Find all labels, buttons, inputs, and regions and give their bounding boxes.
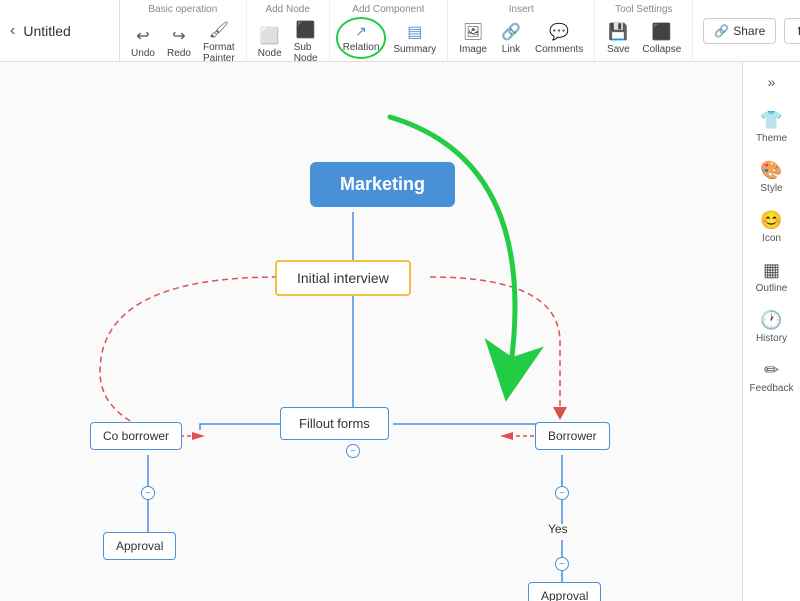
group-label-basic: Basic operation bbox=[126, 4, 240, 15]
link-icon: 🔗 bbox=[501, 22, 521, 42]
history-label: History bbox=[756, 333, 787, 344]
image-icon: 🖼 bbox=[463, 22, 483, 42]
relation-label: Relation bbox=[343, 42, 380, 53]
node-button[interactable]: ⬜ Node bbox=[253, 23, 287, 62]
share-icon: 🔗 bbox=[714, 24, 729, 38]
collapse-icon: ⬛ bbox=[652, 22, 672, 42]
export-button[interactable]: ⬆ Export bbox=[784, 18, 800, 44]
relation-button[interactable]: ↗ Relation bbox=[336, 17, 387, 59]
app-title: Untitled bbox=[23, 23, 70, 39]
group-label-add-node: Add Node bbox=[253, 4, 323, 15]
group-items-basic: ↩ Undo ↪ Redo 🖌 Format Painter bbox=[126, 17, 240, 67]
toolbar-group-tool-settings: Tool Settings 💾 Save ⬛ Collapse bbox=[595, 0, 693, 61]
group-items-tool-settings: 💾 Save ⬛ Collapse bbox=[601, 17, 686, 59]
undo-label: Undo bbox=[131, 48, 155, 59]
link-button[interactable]: 🔗 Link bbox=[494, 19, 528, 58]
image-button[interactable]: 🖼 Image bbox=[454, 19, 492, 58]
sidebar-item-theme[interactable]: 👕 Theme bbox=[747, 104, 797, 150]
group-label-tool-settings: Tool Settings bbox=[601, 4, 686, 15]
theme-icon: 👕 bbox=[760, 110, 782, 131]
node-label: Node bbox=[258, 48, 282, 59]
sub-node-button[interactable]: ⬛ Sub Node bbox=[289, 17, 323, 67]
icon-icon: 😊 bbox=[760, 210, 782, 231]
save-button[interactable]: 💾 Save bbox=[601, 19, 635, 58]
node-initial-interview[interactable]: Initial interview bbox=[275, 260, 411, 296]
outline-label: Outline bbox=[756, 283, 788, 294]
summary-icon: ▤ bbox=[407, 22, 422, 42]
green-arrow-svg bbox=[0, 62, 742, 601]
format-painter-icon: 🖌 bbox=[209, 20, 229, 40]
collapse-label: Collapse bbox=[642, 44, 681, 55]
feedback-icon: ✏ bbox=[764, 360, 779, 381]
node-co-borrower[interactable]: Co borrower bbox=[90, 422, 182, 450]
group-label-add-component: Add Component bbox=[336, 4, 442, 15]
comments-label: Comments bbox=[535, 44, 583, 55]
right-sidebar: » 👕 Theme 🎨 Style 😊 Icon ▦ Outline 🕐 His… bbox=[742, 62, 800, 601]
collapse-circle-borrower[interactable]: − bbox=[555, 486, 569, 500]
comments-icon: 💬 bbox=[549, 22, 569, 42]
main-area: Marketing Initial interview Fillout form… bbox=[0, 62, 800, 601]
node-marketing[interactable]: Marketing bbox=[310, 162, 455, 207]
node-borrower[interactable]: Borrower bbox=[535, 422, 610, 450]
toolbar-group-insert: Insert 🖼 Image 🔗 Link 💬 Comments bbox=[448, 0, 595, 61]
style-label: Style bbox=[760, 183, 782, 194]
undo-button[interactable]: ↩ Undo bbox=[126, 23, 160, 62]
outline-icon: ▦ bbox=[763, 260, 780, 281]
node-yes[interactable]: Yes bbox=[548, 522, 568, 536]
toolbar-group-basic: Basic operation ↩ Undo ↪ Redo 🖌 Format P… bbox=[120, 0, 247, 61]
toolbar-right: 🔗 Share ⬆ Export bbox=[693, 0, 800, 61]
toolbar-group-add-node: Add Node ⬜ Node ⬛ Sub Node bbox=[247, 0, 330, 61]
share-label: Share bbox=[733, 24, 765, 38]
format-painter-label: Format Painter bbox=[203, 42, 235, 64]
redo-button[interactable]: ↪ Redo bbox=[162, 23, 196, 62]
node-fillout-forms[interactable]: Fillout forms bbox=[280, 407, 389, 440]
history-icon: 🕐 bbox=[760, 310, 782, 331]
icon-label: Icon bbox=[762, 233, 781, 244]
node-approval-right[interactable]: Approval bbox=[528, 582, 601, 601]
sidebar-item-icon[interactable]: 😊 Icon bbox=[747, 204, 797, 250]
sub-node-label: Sub Node bbox=[294, 42, 318, 64]
feedback-label: Feedback bbox=[750, 383, 794, 394]
format-painter-button[interactable]: 🖌 Format Painter bbox=[198, 17, 240, 67]
sidebar-item-history[interactable]: 🕐 History bbox=[747, 304, 797, 350]
redo-icon: ↪ bbox=[172, 26, 185, 46]
share-button[interactable]: 🔗 Share bbox=[703, 18, 776, 44]
relation-icon: ↗ bbox=[355, 23, 367, 40]
redo-label: Redo bbox=[167, 48, 191, 59]
back-button[interactable]: ‹ bbox=[10, 22, 15, 40]
sub-node-icon: ⬛ bbox=[296, 20, 316, 40]
sidebar-item-feedback[interactable]: ✏ Feedback bbox=[747, 354, 797, 400]
summary-label: Summary bbox=[393, 44, 436, 55]
group-items-add-node: ⬜ Node ⬛ Sub Node bbox=[253, 17, 323, 67]
sidebar-item-style[interactable]: 🎨 Style bbox=[747, 154, 797, 200]
export-icon: ⬆ bbox=[795, 24, 800, 38]
summary-button[interactable]: ▤ Summary bbox=[388, 19, 441, 58]
group-items-insert: 🖼 Image 🔗 Link 💬 Comments bbox=[454, 17, 588, 59]
canvas[interactable]: Marketing Initial interview Fillout form… bbox=[0, 62, 742, 601]
collapse-button[interactable]: ⬛ Collapse bbox=[637, 19, 686, 58]
save-label: Save bbox=[607, 44, 630, 55]
undo-icon: ↩ bbox=[136, 26, 149, 46]
sidebar-collapse-button[interactable]: » bbox=[757, 70, 787, 94]
toolbar-group-add-component: Add Component ↗ Relation ▤ Summary bbox=[330, 0, 449, 61]
canvas-svg bbox=[0, 62, 742, 601]
node-icon: ⬜ bbox=[260, 26, 280, 46]
theme-label: Theme bbox=[756, 133, 787, 144]
toolbar: ‹ Untitled Basic operation ↩ Undo ↪ Redo… bbox=[0, 0, 800, 62]
image-label: Image bbox=[459, 44, 487, 55]
group-label-insert: Insert bbox=[454, 4, 588, 15]
save-icon: 💾 bbox=[608, 22, 628, 42]
style-icon: 🎨 bbox=[760, 160, 782, 181]
link-label: Link bbox=[502, 44, 520, 55]
toolbar-left: ‹ Untitled bbox=[0, 0, 120, 61]
comments-button[interactable]: 💬 Comments bbox=[530, 19, 588, 58]
collapse-circle-coborrower[interactable]: − bbox=[141, 486, 155, 500]
collapse-circle-fillout[interactable]: − bbox=[346, 444, 360, 458]
sidebar-item-outline[interactable]: ▦ Outline bbox=[747, 254, 797, 300]
node-approval-left[interactable]: Approval bbox=[103, 532, 176, 560]
group-items-add-component: ↗ Relation ▤ Summary bbox=[336, 17, 442, 59]
collapse-circle-yes[interactable]: − bbox=[555, 557, 569, 571]
toolbar-groups: Basic operation ↩ Undo ↪ Redo 🖌 Format P… bbox=[120, 0, 693, 61]
